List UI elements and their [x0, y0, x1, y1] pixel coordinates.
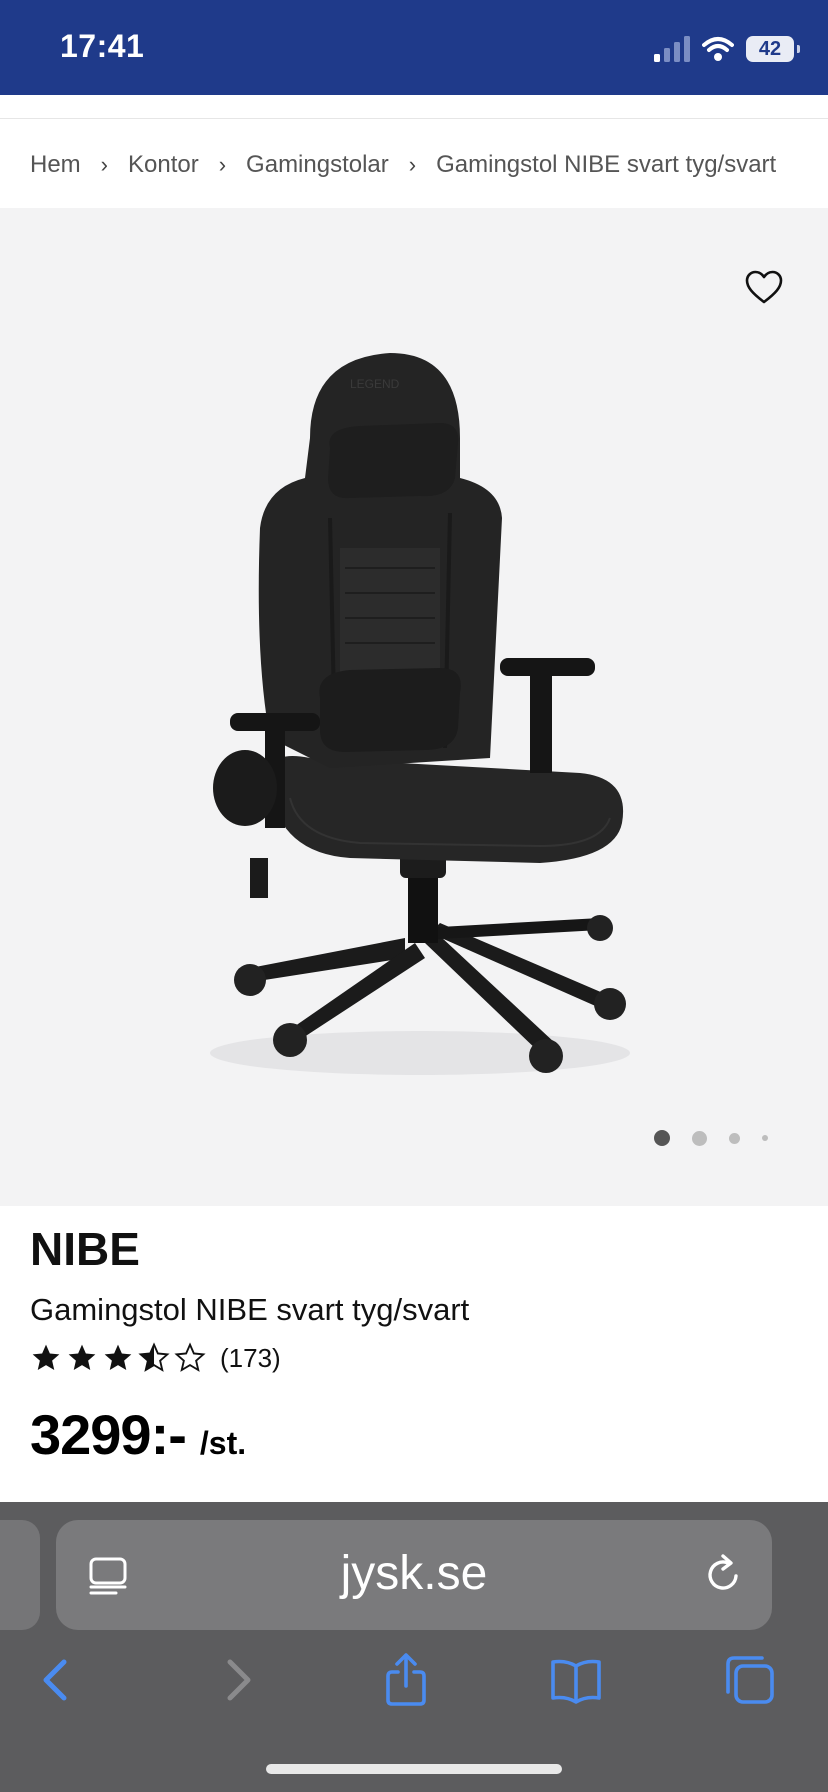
product-gallery[interactable]: LEGEND — [0, 208, 828, 1206]
breadcrumb-kontor[interactable]: Kontor — [128, 151, 199, 179]
tabs-icon[interactable] — [722, 1652, 778, 1708]
pagination-dot[interactable] — [692, 1130, 707, 1146]
breadcrumb-separator: › — [100, 152, 108, 177]
product-image-chair: LEGEND — [210, 353, 630, 1075]
breadcrumb-separator: › — [218, 152, 227, 177]
divider — [0, 118, 828, 119]
star-filled-icon — [104, 1344, 132, 1370]
chevron-right-icon[interactable] — [208, 1652, 264, 1708]
breadcrumb-separator: › — [408, 152, 417, 177]
status-time: 17:41 — [60, 28, 145, 64]
address-bar[interactable]: jysk.se — [56, 1520, 772, 1630]
home-indicator[interactable] — [266, 1764, 562, 1774]
price-value: 3299:- — [30, 1403, 187, 1466]
product-brand: NIBE — [30, 1223, 140, 1275]
share-icon[interactable] — [378, 1652, 434, 1708]
star-filled-icon — [68, 1344, 96, 1370]
breadcrumb-gamingstolar[interactable]: Gamingstolar — [246, 151, 389, 179]
chevron-left-icon[interactable] — [30, 1652, 86, 1708]
heart-icon[interactable] — [744, 268, 784, 308]
book-icon[interactable] — [548, 1652, 604, 1708]
breadcrumb: Hem › Kontor › Gamingstolar › Gamingstol… — [30, 148, 820, 182]
reload-icon[interactable] — [702, 1552, 746, 1598]
star-half-icon — [138, 1342, 170, 1372]
star-empty-icon — [174, 1342, 206, 1372]
battery-icon: 42 — [746, 36, 800, 62]
image-pagination[interactable] — [654, 1130, 768, 1146]
product-price: 3299:- /st. — [30, 1402, 246, 1467]
breadcrumb-current: Gamingstol NIBE svart tyg/svart — [436, 151, 777, 178]
pagination-dot[interactable] — [729, 1132, 740, 1144]
url-text[interactable]: jysk.se — [56, 1546, 772, 1601]
wifi-icon — [702, 37, 734, 61]
star-filled-icon — [32, 1344, 60, 1370]
review-count[interactable]: (173) — [220, 1343, 281, 1374]
pagination-dot-active[interactable] — [654, 1130, 670, 1146]
pagination-dot[interactable] — [762, 1135, 768, 1141]
price-unit: /st. — [199, 1425, 247, 1461]
browser-bottom-bar: jysk.se — [0, 1502, 828, 1792]
product-rating[interactable]: (173) — [30, 1342, 281, 1374]
status-icons: 42 — [654, 32, 800, 66]
product-name: Gamingstol NIBE svart tyg/svart — [30, 1292, 470, 1327]
breadcrumb-home[interactable]: Hem — [30, 151, 81, 179]
chair-logo-text: LEGEND — [350, 377, 400, 391]
signal-icon — [654, 36, 690, 62]
previous-tab-peek[interactable] — [0, 1520, 40, 1630]
browser-toolbar — [0, 1642, 828, 1712]
battery-level: 42 — [758, 37, 782, 60]
status-bar: 17:41 42 — [0, 0, 828, 95]
